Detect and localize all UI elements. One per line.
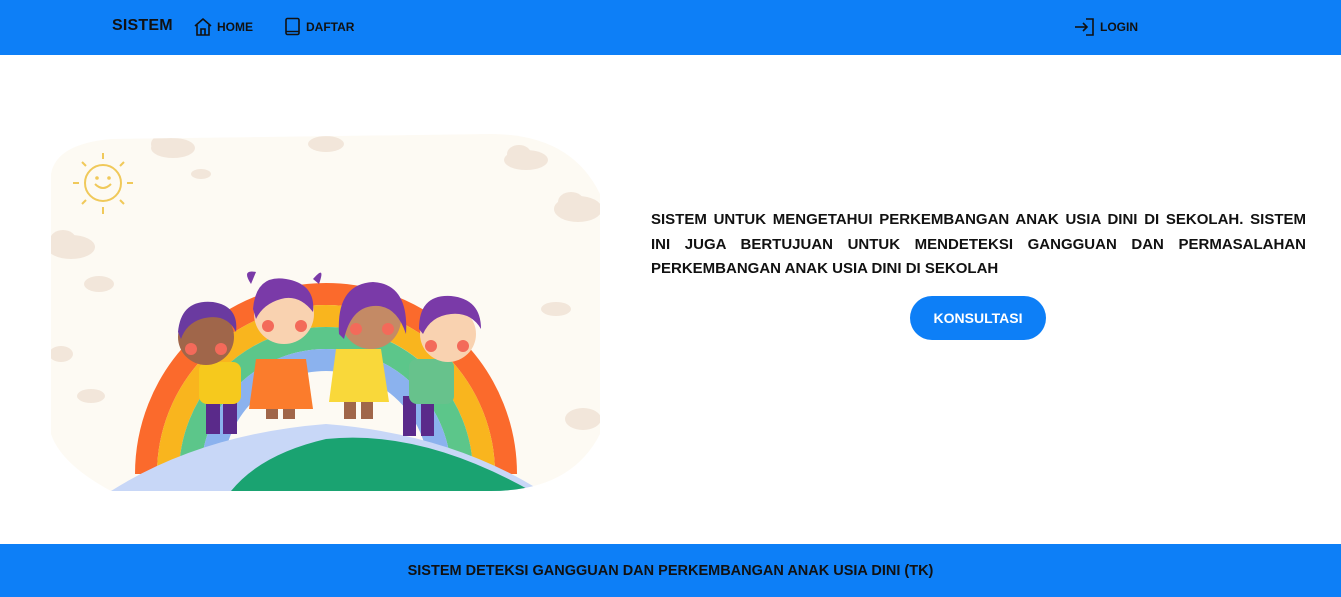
nav-daftar-label: DAFTAR bbox=[306, 20, 355, 34]
hero-illustration bbox=[51, 134, 600, 491]
hero-description: SISTEM UNTUK MENGETAHUI PERKEMBANGAN ANA… bbox=[651, 211, 1306, 277]
nav-home-label: HOME bbox=[217, 20, 253, 34]
home-icon bbox=[193, 17, 213, 37]
nav-home-link[interactable]: HOME bbox=[193, 16, 253, 38]
konsultasi-button[interactable]: KONSULTASI bbox=[910, 296, 1046, 340]
nav-login-label: LOGIN bbox=[1100, 20, 1138, 34]
brand-logo[interactable]: SISTEM bbox=[112, 17, 173, 35]
login-icon bbox=[1074, 17, 1096, 37]
footer-text: SISTEM DETEKSI GANGGUAN DAN PERKEMBANGAN… bbox=[407, 562, 934, 579]
nav-login-link[interactable]: LOGIN bbox=[1074, 16, 1138, 38]
navbar: SISTEM HOME DAFTAR LOGIN bbox=[0, 0, 1341, 55]
footer: SISTEM DETEKSI GANGGUAN DAN PERKEMBANGAN… bbox=[0, 544, 1341, 597]
book-icon bbox=[284, 17, 302, 37]
nav-daftar-link[interactable]: DAFTAR bbox=[284, 16, 354, 38]
